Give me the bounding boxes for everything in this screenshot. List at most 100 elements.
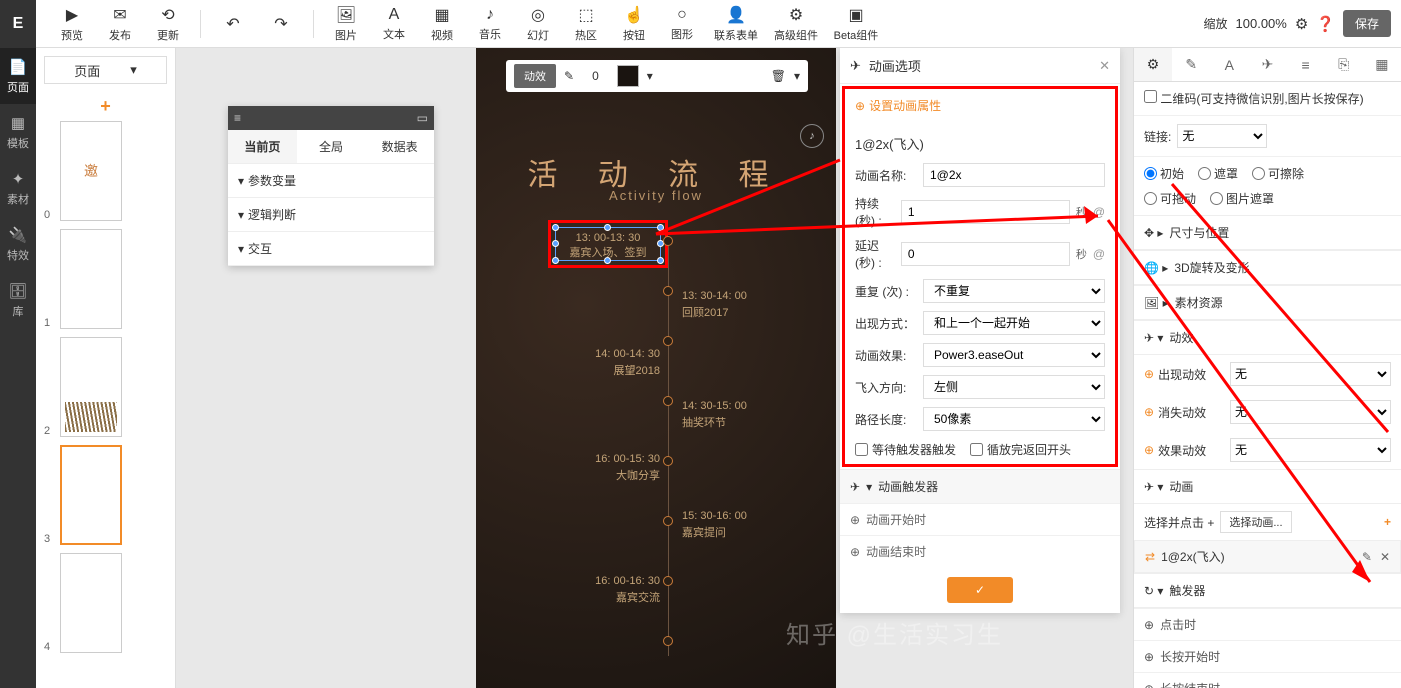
appear-select[interactable]: 无 bbox=[1230, 362, 1391, 386]
tl-item: 16: 00-15: 30大咖分享 bbox=[595, 451, 660, 484]
trigger-section[interactable]: ✈▾ 动画触发器 bbox=[840, 469, 1120, 503]
tab-current[interactable]: 当前页 bbox=[228, 130, 297, 163]
sec-sizepos[interactable]: ✥ ▸ 尺寸与位置 bbox=[1134, 215, 1401, 250]
text-button[interactable]: A文本 bbox=[370, 0, 418, 48]
save-button[interactable]: 保存 bbox=[1343, 10, 1391, 37]
effect-select[interactable]: Power3.easeOut bbox=[923, 343, 1105, 367]
undo-button[interactable]: ↶ bbox=[209, 0, 257, 48]
radio-initial[interactable]: 初始 bbox=[1144, 165, 1184, 182]
rp-tab-settings[interactable]: ⚙ bbox=[1134, 48, 1172, 81]
at-button[interactable]: @ bbox=[1093, 205, 1105, 219]
update-button[interactable]: ⟲更新 bbox=[144, 0, 192, 48]
radio-erase[interactable]: 可擦除 bbox=[1252, 165, 1304, 182]
rp-tab-send[interactable]: ✈ bbox=[1248, 48, 1286, 81]
music-icon[interactable]: ♪ bbox=[800, 124, 824, 148]
rp-tab-text[interactable]: A bbox=[1210, 48, 1248, 81]
anim-picker[interactable]: 选择动画... bbox=[1220, 511, 1291, 533]
anim-end[interactable]: ⊕ 动画结束时 bbox=[840, 535, 1120, 567]
duration-input[interactable] bbox=[901, 200, 1070, 224]
edit-icon[interactable]: ✎ bbox=[1362, 550, 1372, 564]
appear-select[interactable]: 和上一个一起开始 bbox=[923, 311, 1105, 335]
add-page-button[interactable]: + bbox=[44, 92, 167, 121]
close-icon[interactable]: ✕ bbox=[1380, 550, 1390, 564]
sidebar-page[interactable]: 📄页面 bbox=[0, 48, 36, 104]
sidebar-library[interactable]: 🗄库 bbox=[0, 272, 36, 328]
sidebar-template[interactable]: ▦模板 bbox=[0, 104, 36, 160]
link-select[interactable]: 无 bbox=[1177, 124, 1267, 148]
return-start-check[interactable]: 循放完返回开头 bbox=[970, 441, 1071, 458]
effect-btn[interactable]: 动效 bbox=[514, 64, 556, 88]
pencil-icon[interactable]: ✎ bbox=[564, 69, 574, 83]
sec-logic[interactable]: ▾ 逻辑判断 bbox=[228, 198, 434, 232]
trigger-longpress[interactable]: ⊕ 长按开始时 bbox=[1134, 640, 1401, 672]
anim-list-item[interactable]: ⇄ 1@2x(飞入) ✎✕ bbox=[1134, 540, 1401, 573]
qr-check[interactable]: 二维码(可支持微信识别,图片长按保存) bbox=[1144, 90, 1364, 107]
contact-button[interactable]: 👤联系表单 bbox=[706, 0, 766, 48]
thumb-0[interactable]: 邀 bbox=[60, 121, 122, 221]
close-icon[interactable]: ✕ bbox=[1099, 58, 1110, 74]
delay-input[interactable] bbox=[901, 242, 1070, 266]
rp-tab-align[interactable]: ≡ bbox=[1287, 48, 1325, 81]
zoom-value[interactable]: 100.00% bbox=[1236, 16, 1287, 31]
sec-effect[interactable]: ✈ ▾ 动效 bbox=[1134, 320, 1401, 355]
sec-interact[interactable]: ▾ 交互 bbox=[228, 232, 434, 266]
disappear-select[interactable]: 无 bbox=[1230, 400, 1391, 424]
trash-icon[interactable]: 🗑 bbox=[771, 69, 786, 83]
tab-global[interactable]: 全局 bbox=[297, 130, 366, 163]
sec-param[interactable]: ▾ 参数变量 bbox=[228, 164, 434, 198]
slide-button[interactable]: ◎幻灯 bbox=[514, 0, 562, 48]
chevron-down-icon[interactable]: ▾ bbox=[794, 69, 800, 83]
thumb-4[interactable] bbox=[60, 553, 122, 653]
preview-button[interactable]: ▶预览 bbox=[48, 0, 96, 48]
tab-data[interactable]: 数据表 bbox=[365, 130, 434, 163]
add-anim-button[interactable]: + bbox=[1384, 515, 1391, 529]
beta-button[interactable]: ▣Beta组件 bbox=[826, 0, 886, 48]
page-selector[interactable]: 页面▾ bbox=[44, 56, 167, 84]
trigger-click[interactable]: ⊕ 点击时 bbox=[1134, 608, 1401, 640]
menu-icon[interactable]: ≡ bbox=[234, 111, 241, 125]
at-button[interactable]: @ bbox=[1093, 247, 1105, 261]
thumb-3[interactable] bbox=[60, 445, 122, 545]
sidebar-effect[interactable]: 🔌特效 bbox=[0, 216, 36, 272]
wait-trigger-check[interactable]: 等待触发器触发 bbox=[855, 441, 956, 458]
thumb-2[interactable] bbox=[60, 337, 122, 437]
selection-box[interactable]: 13: 00-13: 30嘉宾入场、签到 bbox=[555, 227, 661, 261]
anim-start[interactable]: ⊕ 动画开始时 bbox=[840, 503, 1120, 535]
sidebar-material[interactable]: ✦素材 bbox=[0, 160, 36, 216]
trigger-longpress-end[interactable]: ⊕ 长按结束时 bbox=[1134, 672, 1401, 688]
hotspot-button[interactable]: ⬚热区 bbox=[562, 0, 610, 48]
sec-anim[interactable]: ✈ ▾ 动画 bbox=[1134, 469, 1401, 504]
sec-resource[interactable]: 🖼 ▸ 素材资源 bbox=[1134, 285, 1401, 320]
sec-3d[interactable]: 🌐 ▸ 3D旋转及变形 bbox=[1134, 250, 1401, 285]
settings-icon[interactable]: ⚙ bbox=[1295, 15, 1308, 33]
video-button[interactable]: ▦视频 bbox=[418, 0, 466, 48]
color-swatch[interactable] bbox=[617, 65, 639, 87]
rp-tab-edit[interactable]: ✎ bbox=[1172, 48, 1210, 81]
phone-toolbar: 动效 ✎ 0 ▾ 🗑 ▾ bbox=[506, 60, 808, 92]
sec-trigger[interactable]: ↻ ▾ 触发器 bbox=[1134, 573, 1401, 608]
music-button[interactable]: ♪音乐 bbox=[466, 0, 514, 48]
thumbnail-panel: 页面▾ + 0邀 1 2 3 4 bbox=[36, 48, 176, 688]
button-button[interactable]: ☝按钮 bbox=[610, 0, 658, 48]
chevron-down-icon[interactable]: ▾ bbox=[647, 69, 653, 83]
radio-imgmask[interactable]: 图片遮罩 bbox=[1210, 190, 1274, 207]
radio-drag[interactable]: 可拖动 bbox=[1144, 190, 1196, 207]
rp-tab-copy[interactable]: ⎘ bbox=[1325, 48, 1363, 81]
redo-button[interactable]: ↷ bbox=[257, 0, 305, 48]
ok-button[interactable]: ✓ bbox=[947, 577, 1013, 603]
loop-select[interactable]: 无 bbox=[1230, 438, 1391, 462]
repeat-select[interactable]: 不重复 bbox=[923, 279, 1105, 303]
help-icon[interactable]: ❓ bbox=[1316, 15, 1335, 33]
rp-tab-grid[interactable]: ▦ bbox=[1363, 48, 1401, 81]
radio-mask[interactable]: 遮罩 bbox=[1198, 165, 1238, 182]
phone-preview: 动效 ✎ 0 ▾ 🗑 ▾ ♪ 活 动 流 程 Activity flow 13:… bbox=[476, 48, 836, 688]
thumb-1[interactable] bbox=[60, 229, 122, 329]
direction-select[interactable]: 左侧 bbox=[923, 375, 1105, 399]
path-select[interactable]: 50像素 bbox=[923, 407, 1105, 431]
shape-button[interactable]: ○图形 bbox=[658, 0, 706, 48]
anim-name-input[interactable] bbox=[923, 163, 1105, 187]
publish-button[interactable]: ✉发布 bbox=[96, 0, 144, 48]
image-button[interactable]: 🖼图片 bbox=[322, 0, 370, 48]
minimize-icon[interactable]: ▭ bbox=[417, 111, 428, 125]
advanced-button[interactable]: ⚙高级组件 bbox=[766, 0, 826, 48]
